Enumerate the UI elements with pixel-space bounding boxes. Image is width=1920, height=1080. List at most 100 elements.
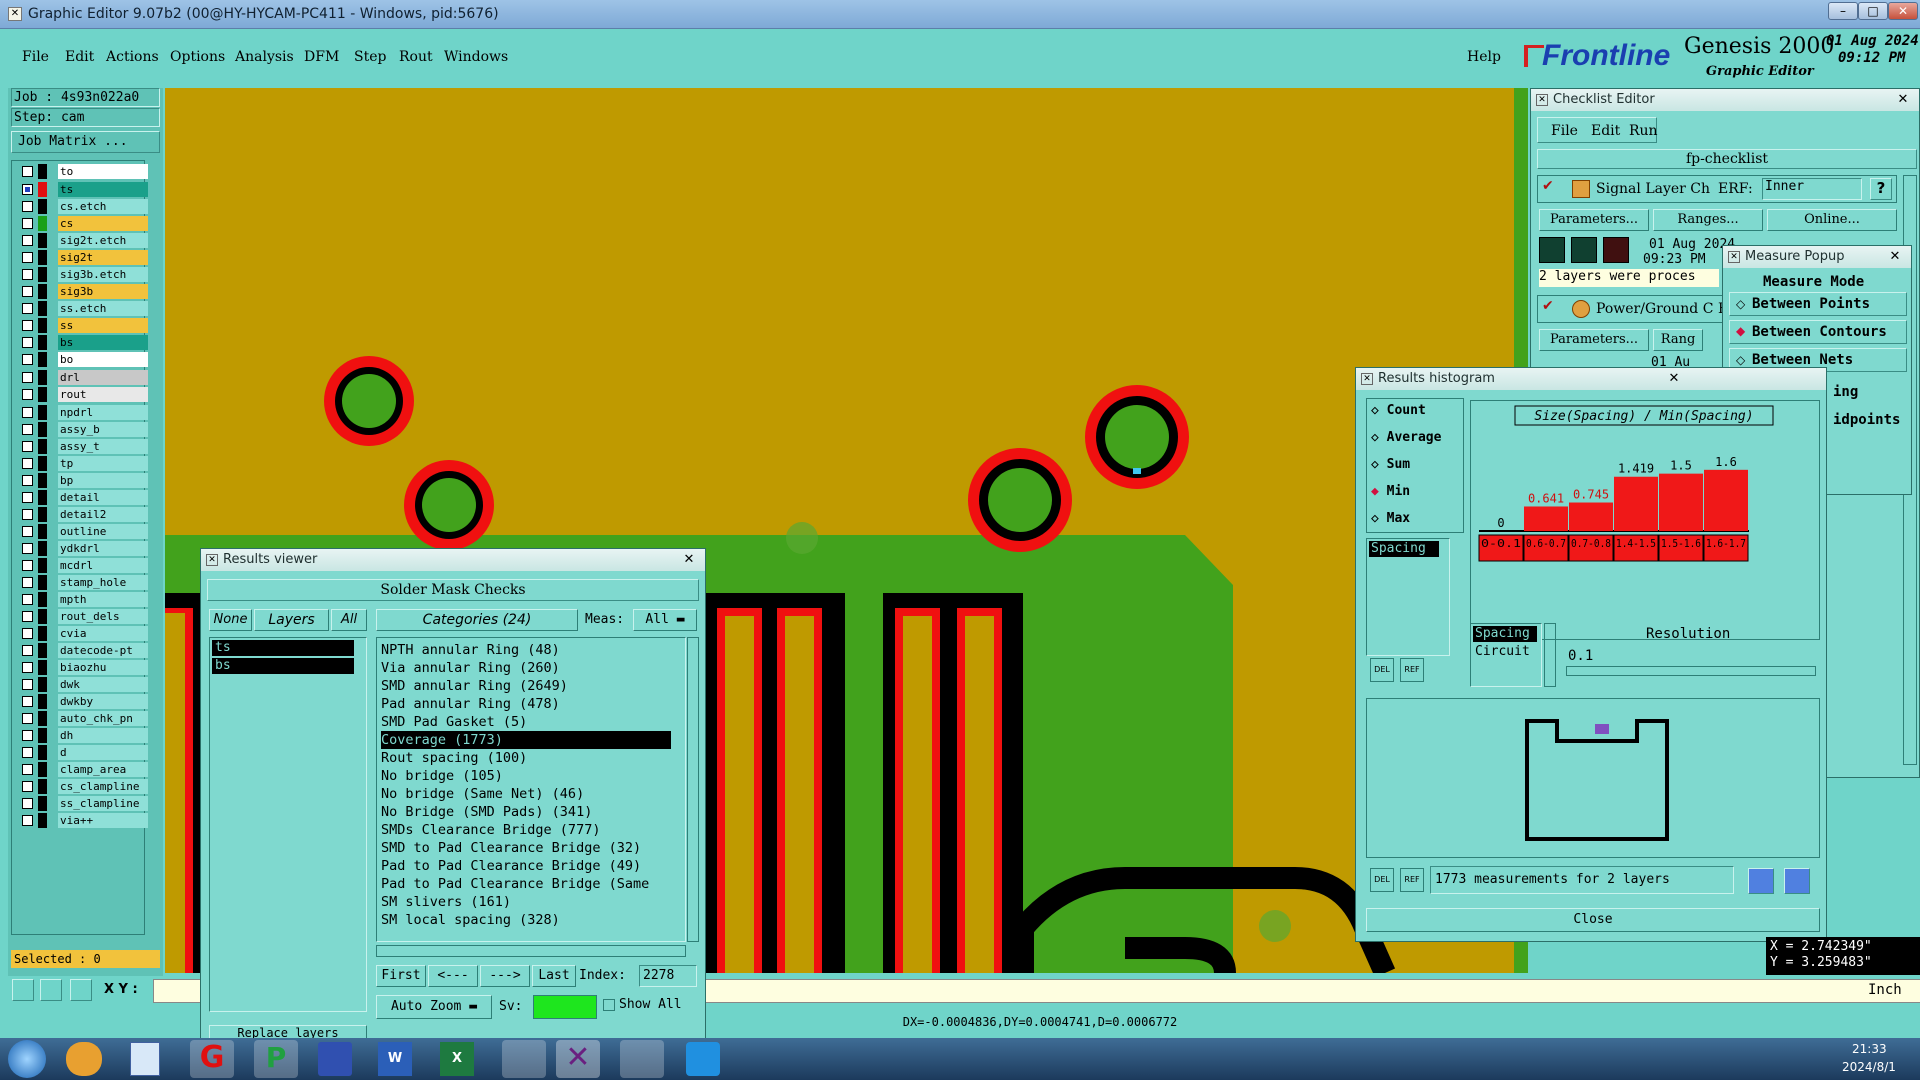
layer-checkbox[interactable]: [22, 577, 33, 588]
layer-name[interactable]: ss.etch: [58, 301, 150, 316]
close-button[interactable]: Close: [1366, 908, 1820, 932]
layer-checkbox[interactable]: [22, 798, 33, 809]
layer-row-assy-b[interactable]: assy_b: [18, 422, 150, 437]
units-label[interactable]: Inch: [1868, 982, 1902, 998]
layer-checkbox[interactable]: [22, 389, 33, 400]
erf-value[interactable]: Inner: [1762, 178, 1862, 200]
radio-count[interactable]: ◇ Count: [1371, 403, 1426, 423]
layer-checkbox[interactable]: [22, 747, 33, 758]
layer-row-ts[interactable]: ts: [18, 182, 150, 197]
layer-checkbox[interactable]: [22, 764, 33, 775]
del-icon[interactable]: DEL: [1370, 658, 1394, 682]
layer-row-biaozhu[interactable]: biaozhu: [18, 660, 150, 675]
genesis-app-icon[interactable]: G: [190, 1040, 234, 1078]
layer-row-d[interactable]: d: [18, 745, 150, 760]
layer-name[interactable]: bp: [58, 473, 150, 488]
word-app-icon[interactable]: W: [378, 1042, 412, 1076]
clock-date[interactable]: 2024/8/1: [1842, 1060, 1896, 1074]
layer-row-dwk[interactable]: dwk: [18, 677, 150, 692]
layer-checkbox[interactable]: [22, 679, 33, 690]
layer-checkbox[interactable]: [22, 781, 33, 792]
layer-row-mcdrl[interactable]: mcdrl: [18, 558, 150, 573]
excel-app-icon[interactable]: X: [440, 1042, 474, 1076]
category-item[interactable]: Pad to Pad Clearance Bridge (49): [381, 857, 671, 875]
meas-select[interactable]: All ▬: [633, 609, 697, 631]
layer-name[interactable]: clamp_area: [58, 762, 150, 777]
autozoom-select[interactable]: Auto Zoom ▬: [376, 995, 492, 1019]
category-item[interactable]: No bridge (Same Net) (46): [381, 785, 671, 803]
resolution-category-list[interactable]: Spacing Circuit: [1470, 623, 1542, 687]
maximize-button[interactable]: □: [1858, 2, 1888, 20]
categories-hscroll[interactable]: [376, 945, 686, 957]
layer-row-stamp-hole[interactable]: stamp_hole: [18, 575, 150, 590]
parameters-button[interactable]: Parameters...: [1539, 329, 1649, 351]
layer-name[interactable]: ss_clampline: [58, 796, 150, 811]
save-app-icon[interactable]: [318, 1042, 352, 1076]
categories-list[interactable]: NPTH annular Ring (48) Via annular Ring (…: [376, 637, 686, 942]
layer-checkbox[interactable]: [22, 235, 33, 246]
category-item[interactable]: NPTH annular Ring (48): [381, 641, 671, 659]
viewer-app-icon[interactable]: [502, 1040, 546, 1078]
layer-row-drl[interactable]: drl: [18, 370, 150, 385]
layer-name[interactable]: assy_t: [58, 439, 150, 454]
layer-checkbox[interactable]: [22, 286, 33, 297]
layer-name[interactable]: npdrl: [58, 405, 150, 420]
layer-row-via-[interactable]: via++: [18, 813, 150, 828]
category-item[interactable]: Rout spacing (100): [381, 749, 671, 767]
layer-row-cvia[interactable]: cvia: [18, 626, 150, 641]
layer-list[interactable]: ts bs: [209, 637, 367, 1012]
layer-name[interactable]: auto_chk_pn: [58, 711, 150, 726]
layer-row-dwkby[interactable]: dwkby: [18, 694, 150, 709]
category-item[interactable]: SMD to Pad Clearance Bridge (32): [381, 839, 671, 857]
layer-checkbox[interactable]: [22, 252, 33, 263]
layer-name[interactable]: via++: [58, 813, 150, 828]
ref-icon[interactable]: REF: [1400, 658, 1424, 682]
checklist-row-signal[interactable]: ✔ Signal Layer Ch ERF: Inner ?: [1537, 175, 1897, 203]
checklist-menu-run[interactable]: Run: [1629, 123, 1658, 139]
category-item[interactable]: SMDs Clearance Bridge (777): [381, 821, 671, 839]
category-item[interactable]: SMD annular Ring (2649): [381, 677, 671, 695]
menu-actions[interactable]: Actions: [106, 49, 159, 65]
layer-row-dh[interactable]: dh: [18, 728, 150, 743]
layer-checkbox[interactable]: [22, 730, 33, 741]
eye-app-icon[interactable]: [620, 1040, 664, 1078]
arrow-app-icon[interactable]: [686, 1042, 720, 1076]
layer-row-npdrl[interactable]: npdrl: [18, 405, 150, 420]
layer-row-mpth[interactable]: mpth: [18, 592, 150, 607]
category-item[interactable]: No Bridge (SMD Pads) (341): [381, 803, 671, 821]
layer-row-clamp-area[interactable]: clamp_area: [18, 762, 150, 777]
menu-step[interactable]: Step: [354, 49, 386, 65]
start-button[interactable]: [8, 1040, 46, 1078]
none-button[interactable]: None: [209, 609, 252, 631]
list-item-ts[interactable]: ts: [212, 640, 354, 656]
minimize-button[interactable]: –: [1828, 2, 1858, 20]
layer-checkbox[interactable]: [22, 696, 33, 707]
layer-row-bs[interactable]: bs: [18, 335, 150, 350]
layer-checkbox[interactable]: [22, 594, 33, 605]
layer-checkbox[interactable]: [22, 303, 33, 314]
category-item[interactable]: SMD Pad Gasket (5): [381, 713, 671, 731]
layer-checkbox[interactable]: [22, 269, 33, 280]
layer-name[interactable]: mcdrl: [58, 558, 150, 573]
export-icon[interactable]: [1784, 868, 1810, 894]
layer-checkbox[interactable]: [22, 815, 33, 826]
layer-row-outline[interactable]: outline: [18, 524, 150, 539]
layer-name[interactable]: sig3b.etch: [58, 267, 150, 282]
checkmark-icon[interactable]: ✔: [1542, 298, 1554, 314]
layer-row-cs-clampline[interactable]: cs_clampline: [18, 779, 150, 794]
layer-row-rout-dels[interactable]: rout_dels: [18, 609, 150, 624]
run-icon[interactable]: [1539, 237, 1565, 263]
layer-name[interactable]: ts: [58, 182, 150, 197]
ref-icon[interactable]: REF: [1400, 868, 1424, 892]
layer-name[interactable]: assy_b: [58, 422, 150, 437]
layer-row-sig3b-etch[interactable]: sig3b.etch: [18, 267, 150, 282]
categories-button[interactable]: Categories (24): [376, 609, 578, 631]
snap-icon[interactable]: [12, 979, 34, 1001]
layer-name[interactable]: tp: [58, 456, 150, 471]
layer-name[interactable]: dwkby: [58, 694, 150, 709]
layer-name[interactable]: rout: [58, 387, 150, 402]
layer-name[interactable]: dwk: [58, 677, 150, 692]
close-icon[interactable]: ✕: [1893, 92, 1913, 108]
chart-hscroll[interactable]: [1470, 608, 1820, 622]
layer-name[interactable]: drl: [58, 370, 150, 385]
